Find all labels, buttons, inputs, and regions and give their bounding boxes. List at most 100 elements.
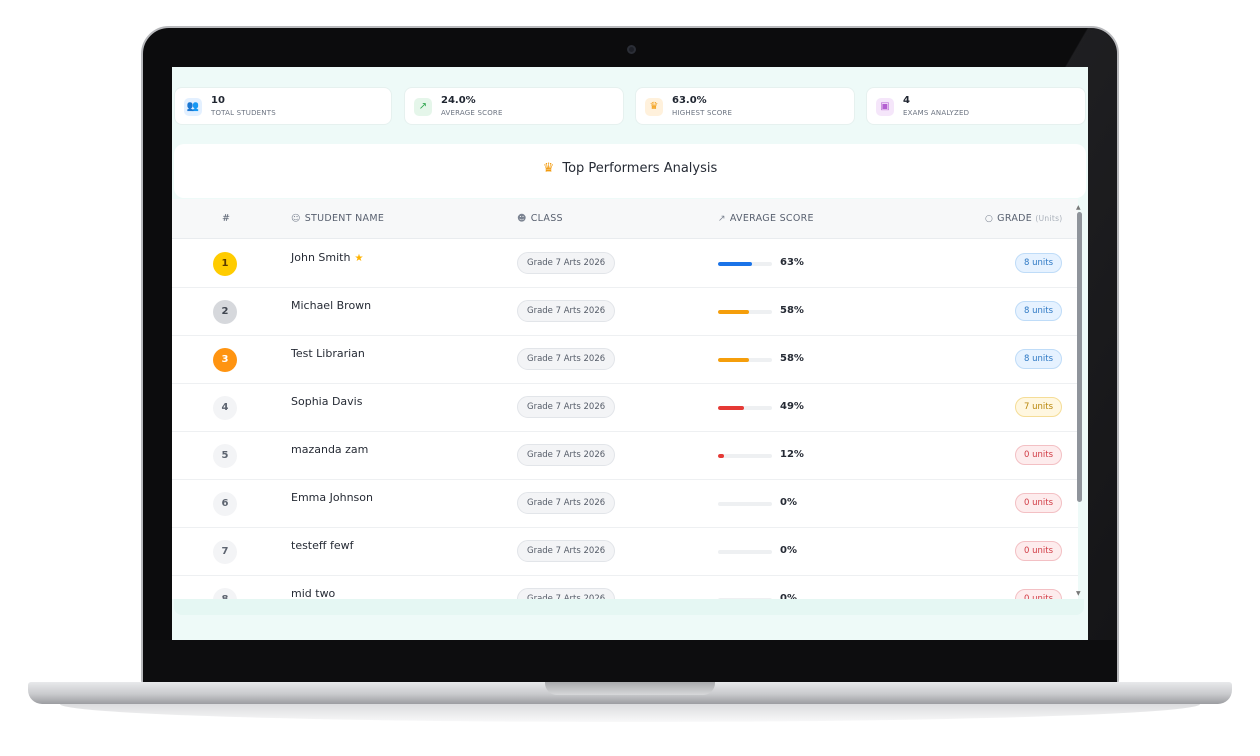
chart-line-icon: ↗ <box>414 98 432 116</box>
stat-card-total-students: 👥 10 TOTAL STUDENTS <box>174 87 392 125</box>
rank-badge: 2 <box>213 300 237 324</box>
class-pill: Grade 7 Arts 2026 <box>517 348 616 370</box>
student-name-text: Sophia Davis <box>291 395 363 408</box>
stat-label: EXAMS ANALYZED <box>903 109 970 117</box>
score-progress-bar <box>718 310 772 314</box>
class-pill: Grade 7 Arts 2026 <box>517 396 616 418</box>
table-row[interactable]: 1 John Smith ★ Grade 7 Arts 2026 63% 8 units <box>172 240 1078 288</box>
trophy-icon: ♛ <box>542 161 555 176</box>
laptop-chin <box>143 640 1117 684</box>
average-score-value: 49% <box>780 401 804 412</box>
stat-card-highest-score: ♛ 63.0% HIGHEST SCORE <box>635 87 855 125</box>
class-pill: Grade 7 Arts 2026 <box>517 540 616 562</box>
average-score-value: 0% <box>780 497 797 508</box>
grade-badge: 0 units <box>1014 493 1062 513</box>
column-header-student-name[interactable]: ☺ STUDENT NAME <box>291 213 384 224</box>
column-header-average-label: AVERAGE SCORE <box>729 213 814 224</box>
column-header-average-score[interactable]: ↗ AVERAGE SCORE <box>718 213 814 224</box>
trophy-icon: ♛ <box>645 98 663 116</box>
average-score-value: 0% <box>780 545 797 556</box>
laptop-notch <box>545 682 715 695</box>
grade-badge: 0 units <box>1014 541 1062 561</box>
table-row[interactable]: 6 Emma Johnson Grade 7 Arts 2026 0% 0 units <box>172 480 1078 528</box>
rank-badge: 4 <box>213 396 237 420</box>
stat-card-average-score: ↗ 24.0% AVERAGE SCORE <box>404 87 624 125</box>
score-progress-fill <box>718 358 750 362</box>
score-progress-bar <box>718 406 772 410</box>
score-progress-bar <box>718 454 772 458</box>
column-header-rank[interactable]: # <box>222 213 230 224</box>
table-scrollbar[interactable] <box>1077 212 1082 502</box>
users-icon: 👥 <box>184 98 202 116</box>
column-header-grade[interactable]: ○ GRADE (Units) <box>985 213 1063 224</box>
student-name-text: John Smith <box>291 251 351 264</box>
top-performers-table: # ☺ STUDENT NAME ☻ CLASS ↗ AVERAGE SCORE ○ G… <box>172 199 1078 599</box>
award-icon: ○ <box>985 214 994 224</box>
grade-badge: 8 units <box>1014 301 1062 321</box>
student-name[interactable]: mazanda zam <box>291 443 368 456</box>
score-progress-bar <box>718 358 772 362</box>
class-pill: Grade 7 Arts 2026 <box>517 252 616 274</box>
rank-badge: 7 <box>213 540 237 564</box>
users-icon: ☻ <box>517 214 527 224</box>
average-score-value: 58% <box>780 305 804 316</box>
rank-badge: 5 <box>213 444 237 468</box>
table-row[interactable]: 4 Sophia Davis Grade 7 Arts 2026 49% 7 units <box>172 384 1078 432</box>
stat-value: 63.0% <box>672 95 707 106</box>
stat-label: TOTAL STUDENTS <box>211 109 276 117</box>
student-name[interactable]: testeff fewf <box>291 539 353 552</box>
class-pill: Grade 7 Arts 2026 <box>517 492 616 514</box>
student-name-text: Michael Brown <box>291 299 372 312</box>
average-score-value: 63% <box>780 257 804 268</box>
column-header-grade-label: GRADE <box>997 213 1033 224</box>
scroll-up-arrow-icon[interactable]: ▲ <box>1076 204 1081 211</box>
panel-title: ♛ Top Performers Analysis <box>174 161 1086 176</box>
column-header-student-label: STUDENT NAME <box>304 213 385 224</box>
student-name-text: mid two <box>291 587 336 599</box>
grade-badge: 0 units <box>1014 589 1062 599</box>
column-header-class[interactable]: ☻ CLASS <box>517 213 563 224</box>
table-row[interactable]: 8mid twoGrade 7 Arts 20260%0 units <box>172 576 1078 599</box>
student-name[interactable]: Emma Johnson <box>291 491 373 504</box>
grade-badge: 7 units <box>1014 397 1062 417</box>
student-name[interactable]: Michael Brown <box>291 299 371 312</box>
panel-footer <box>174 599 1084 615</box>
score-progress-fill <box>718 262 753 266</box>
student-name[interactable]: John Smith ★ <box>291 251 363 264</box>
student-name[interactable]: Sophia Davis <box>291 395 362 408</box>
score-progress-fill <box>718 454 725 458</box>
table-row[interactable]: 3 Test Librarian Grade 7 Arts 2026 58% 8 uni… <box>172 336 1078 384</box>
rank-badge: 3 <box>213 348 237 372</box>
table-row[interactable]: 2 Michael Brown Grade 7 Arts 2026 58% 8 unit… <box>172 288 1078 336</box>
rank-badge: 1 <box>213 252 237 276</box>
score-progress-fill <box>718 406 745 410</box>
student-name[interactable]: Test Librarian <box>291 347 365 360</box>
table-row[interactable]: 5 mazanda zam Grade 7 Arts 2026 12% 0 units <box>172 432 1078 480</box>
webcam-icon <box>627 45 636 54</box>
chart-line-icon: ↗ <box>718 214 726 224</box>
table-row[interactable]: 7 testeff fewf Grade 7 Arts 2026 0% 0 units <box>172 528 1078 576</box>
top-performers-panel-header: ♛ Top Performers Analysis <box>174 144 1086 198</box>
user-icon: ☺ <box>291 214 301 224</box>
class-pill: Grade 7 Arts 2026 <box>517 444 616 466</box>
star-icon: ★ <box>354 253 364 264</box>
clipboard-icon: ▣ <box>876 98 894 116</box>
stat-value: 4 <box>903 95 910 106</box>
student-name[interactable]: mid two <box>291 587 335 599</box>
student-name-text: mazanda zam <box>291 443 369 456</box>
class-pill: Grade 7 Arts 2026 <box>517 588 616 599</box>
grade-badge: 8 units <box>1014 349 1062 369</box>
column-header-class-label: CLASS <box>530 213 563 224</box>
app-screen: 👥 10 TOTAL STUDENTS ↗ 24.0% AVERAGE SCOR… <box>172 67 1088 640</box>
column-header-grade-sub: (Units) <box>1035 214 1063 223</box>
score-progress-bar <box>718 502 772 506</box>
scroll-down-arrow-icon[interactable]: ▼ <box>1076 590 1081 597</box>
panel-title-text: Top Performers Analysis <box>562 161 718 176</box>
stat-value: 24.0% <box>441 95 476 106</box>
class-pill: Grade 7 Arts 2026 <box>517 300 616 322</box>
stat-value: 10 <box>211 95 225 106</box>
score-progress-bar <box>718 262 772 266</box>
laptop-frame: 👥 10 TOTAL STUDENTS ↗ 24.0% AVERAGE SCOR… <box>0 0 1260 756</box>
grade-badge: 0 units <box>1014 445 1062 465</box>
average-score-value: 12% <box>780 449 804 460</box>
